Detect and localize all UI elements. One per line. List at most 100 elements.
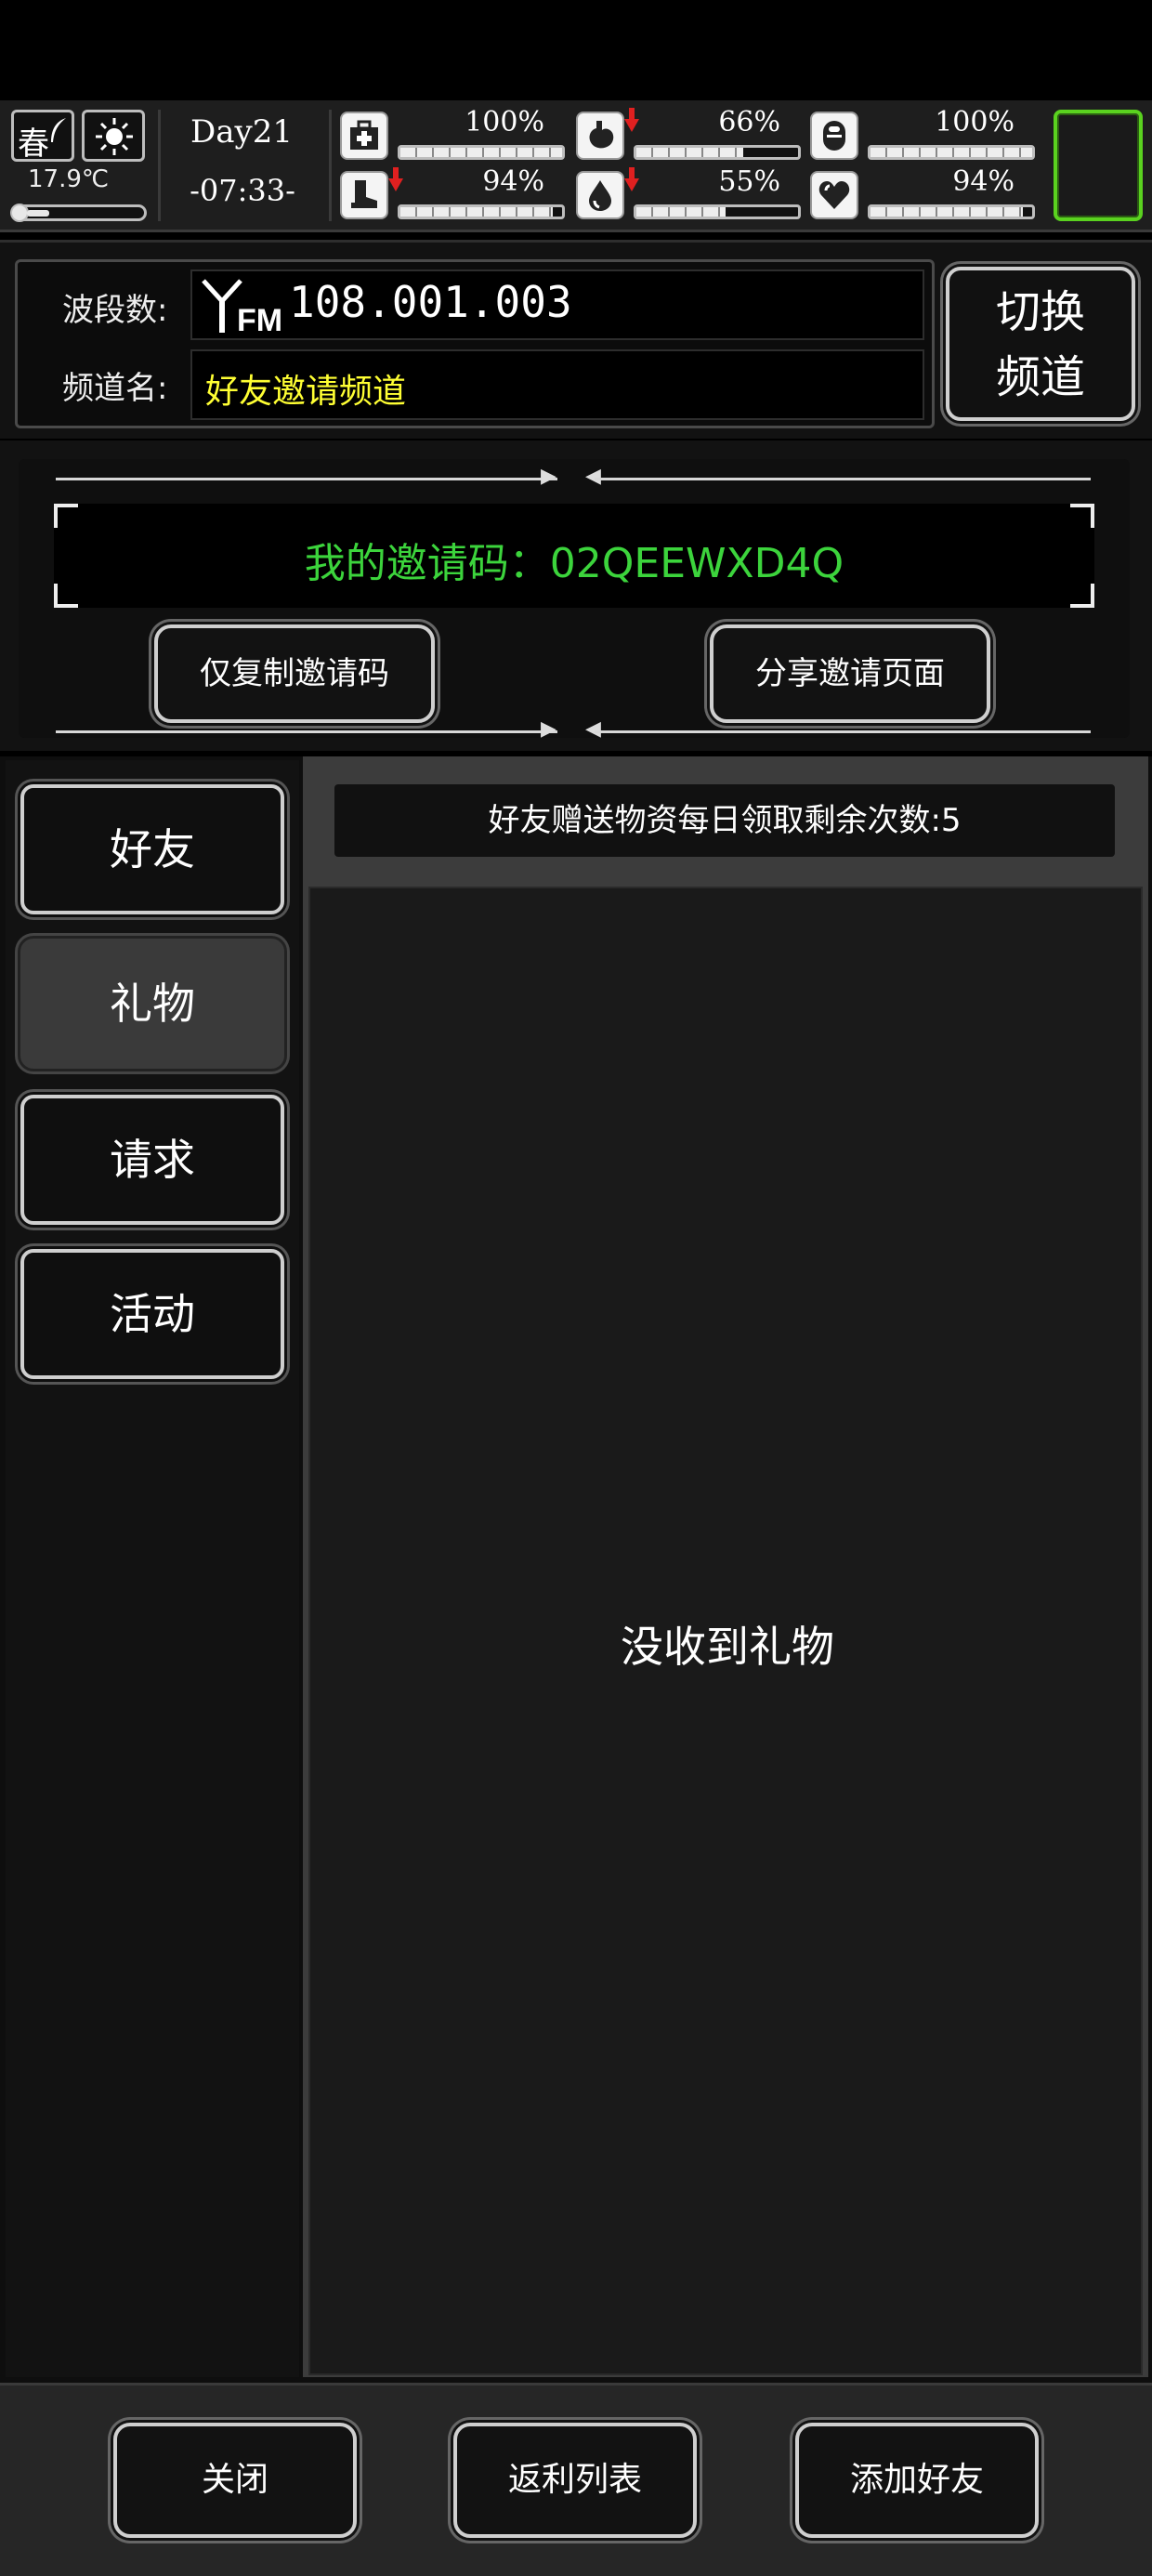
divider (595, 478, 1091, 480)
season-indicator[interactable]: 春 (11, 110, 74, 163)
stat-thirst[interactable]: 55% (576, 165, 801, 223)
tab-sidebar: 好友 礼物 请求 活动 (6, 760, 299, 2377)
frequency-field: FM 108.001.003 (190, 269, 924, 340)
copy-code-label: 仅复制邀请码 (200, 655, 389, 692)
stat-hunger[interactable]: 66% (576, 106, 801, 164)
channel-info-box: 波段数: FM 108.001.003 频道名: 好友邀请频道 (15, 259, 935, 428)
corner-mark (1070, 504, 1094, 528)
share-page-label: 分享邀请页面 (755, 655, 945, 692)
sun-icon (96, 118, 133, 155)
channel-name-field: 好友邀请频道 (190, 349, 924, 420)
add-friend-button[interactable]: 添加好友 (795, 2423, 1039, 2538)
stat-medicine[interactable]: 100% (810, 106, 1035, 164)
water-drop-icon (576, 171, 624, 219)
stat-value: 100% (935, 106, 1015, 138)
boot-icon (340, 171, 388, 219)
rebate-list-button[interactable]: 返利列表 (453, 2423, 697, 2538)
stat-bar (398, 145, 565, 160)
divider (329, 110, 332, 221)
copy-code-button[interactable]: 仅复制邀请码 (154, 624, 435, 723)
tab-events[interactable]: 活动 (20, 1249, 284, 1379)
stat-bar-fill (871, 207, 1023, 217)
tab-label: 请求 (110, 1135, 195, 1185)
channel-name-label: 频道名: (62, 370, 168, 407)
stat-bar (634, 145, 801, 160)
footer-bar: 关闭 返利列表 添加好友 (0, 2383, 1152, 2576)
stat-value: 55% (718, 165, 780, 198)
stat-value: 100% (465, 106, 544, 138)
stat-mood[interactable]: 94% (810, 165, 1035, 223)
stat-value: 66% (718, 106, 780, 138)
stat-health[interactable]: 100% (340, 106, 565, 164)
divider (595, 730, 1091, 733)
divider (158, 110, 161, 221)
invite-code: 我的邀请码：02QEEWXD4Q (304, 540, 844, 587)
gifts-panel: 好友赠送物资每日领取剩余次数:5 没收到礼物 (303, 756, 1148, 2377)
frequency-label: 波段数: (62, 292, 168, 329)
main-body: 好友 礼物 请求 活动 好友赠送物资每日领取剩余次数:5 没收到礼物 (0, 756, 1152, 2383)
stat-bar-fill (636, 207, 726, 217)
equipment-slot[interactable] (1054, 110, 1143, 221)
switch-channel-button[interactable]: 切换 频道 (946, 267, 1135, 421)
arrow-left-icon: ◀ (585, 465, 601, 488)
weather-indicator[interactable] (82, 110, 145, 162)
close-button[interactable]: 关闭 (113, 2423, 357, 2538)
invite-box: ▶ ◀ 我的邀请码：02QEEWXD4Q 仅复制邀请码 分享邀请页面 ▶ ◀ (19, 459, 1130, 741)
stat-bar (398, 204, 565, 219)
heart-icon (810, 171, 858, 219)
stat-bar-fill (400, 207, 553, 217)
arrow-right-icon: ▶ (541, 717, 556, 741)
stat-bar (868, 145, 1035, 160)
frequency-value: 108.001.003 (289, 277, 572, 327)
fm-label: FM (237, 303, 282, 335)
stomach-icon (576, 112, 624, 160)
stat-bar-fill (871, 148, 1032, 157)
arrow-left-icon: ◀ (585, 717, 601, 741)
divider (56, 730, 557, 733)
divider (56, 478, 557, 480)
stat-bar (868, 204, 1035, 219)
stat-bar-fill (400, 148, 562, 157)
arrow-right-icon: ▶ (541, 465, 556, 488)
channel-panel: 波段数: FM 108.001.003 频道名: 好友邀请频道 切换 频道 (0, 240, 1152, 439)
temperature-readout: 17.9℃ (28, 165, 110, 193)
share-page-button[interactable]: 分享邀请页面 (710, 624, 990, 723)
stat-stamina[interactable]: 94% (340, 165, 565, 223)
arrow-down-icon (388, 167, 403, 191)
stat-value: 94% (482, 165, 544, 198)
channel-name-value: 好友邀请频道 (205, 373, 407, 411)
tab-gifts[interactable]: 礼物 (20, 939, 284, 1069)
tab-label: 礼物 (110, 979, 195, 1029)
rebate-list-label: 返利列表 (507, 2461, 642, 2499)
stat-value: 94% (952, 165, 1015, 198)
empty-gifts-message: 没收到礼物 (621, 1622, 834, 1672)
gift-list[interactable]: 没收到礼物 (308, 887, 1143, 2375)
arrow-down-icon (624, 108, 639, 132)
season-label: 春 (18, 125, 49, 163)
thermometer-fill (27, 210, 49, 217)
stat-bar (634, 204, 801, 219)
gift-claim-count: 好友赠送物资每日领取剩余次数:5 (334, 784, 1115, 857)
status-bar: 春 17.9℃ Day21 -07:33- 100% 66% 100% 94% … (0, 100, 1152, 232)
feather-icon (51, 118, 66, 142)
tab-friends[interactable]: 好友 (20, 784, 284, 914)
game-clock: -07:33- (190, 173, 295, 208)
switch-channel-label-2: 频道 (995, 351, 1085, 403)
invite-panel: ▶ ◀ 我的邀请码：02QEEWXD4Q 仅复制邀请码 分享邀请页面 ▶ ◀ (0, 440, 1152, 751)
invite-code-box[interactable]: 我的邀请码：02QEEWXD4Q (54, 504, 1094, 608)
tab-requests[interactable]: 请求 (20, 1095, 284, 1225)
arrow-down-icon (624, 167, 639, 191)
day-counter: Day21 (190, 113, 293, 151)
radio-antenna-icon: FM (202, 279, 282, 335)
close-label: 关闭 (201, 2461, 268, 2499)
corner-mark (54, 504, 78, 528)
thermometer-bar (10, 204, 147, 222)
thermometer-bulb-icon (10, 204, 29, 222)
tab-label: 好友 (110, 824, 195, 874)
stat-bar-fill (636, 148, 743, 157)
pill-icon (810, 112, 858, 160)
add-friend-label: 添加好友 (849, 2461, 984, 2499)
switch-channel-label-1: 切换 (995, 286, 1085, 338)
tab-label: 活动 (110, 1289, 195, 1339)
medkit-icon (340, 112, 388, 160)
